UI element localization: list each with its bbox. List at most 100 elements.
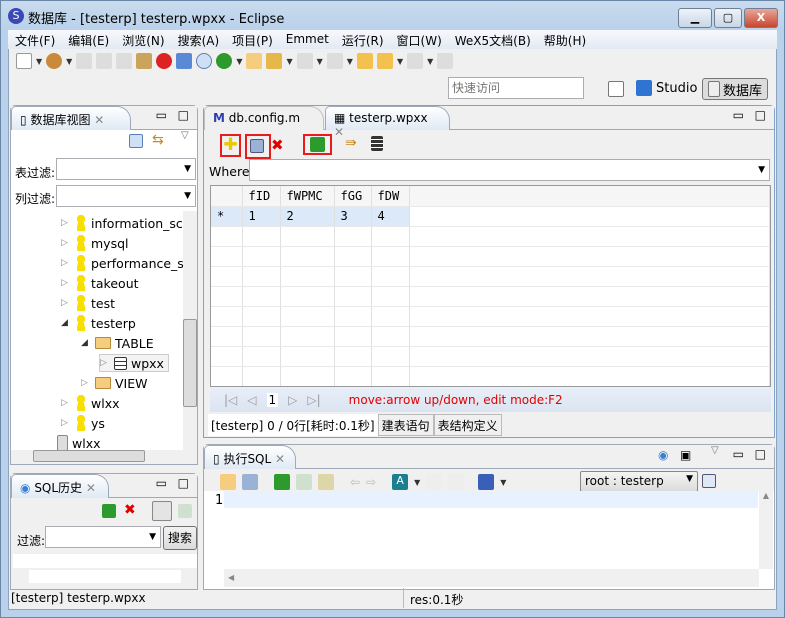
tab-sql-history[interactable]: ◉ SQL历史 ✕ (11, 474, 109, 498)
open-perspective-icon[interactable] (608, 81, 624, 97)
open-file-icon[interactable] (220, 474, 236, 490)
cell-fid[interactable]: 1 (242, 206, 281, 227)
first-page-icon[interactable]: |◁ (224, 393, 237, 407)
menu-navigate[interactable]: 浏览(N) (115, 30, 170, 49)
link-editor-icon[interactable]: ⇆ (152, 132, 164, 148)
run-script-icon[interactable] (296, 474, 312, 490)
menu-file[interactable]: 文件(F) (8, 30, 61, 49)
menu-edit[interactable]: 编辑(E) (61, 30, 115, 49)
sql-horizontal-scrollbar[interactable]: ◀ (224, 569, 759, 587)
beautify-icon[interactable] (478, 474, 495, 490)
column-header-fgg[interactable]: fGG (334, 186, 372, 207)
prev-page-icon[interactable]: ◁ (247, 393, 256, 407)
last-edit-icon[interactable] (356, 53, 373, 69)
back-icon[interactable] (376, 53, 393, 69)
collapse-all-icon[interactable] (129, 134, 143, 148)
view-menu-icon[interactable]: ▽ (181, 130, 189, 141)
uncomment-icon[interactable] (448, 474, 465, 490)
tab-database-view[interactable]: ▯ 数据库视图 ✕ (11, 106, 131, 130)
connection-select[interactable]: root : testerp ▼ (580, 471, 698, 492)
close-tab-icon[interactable]: ✕ (275, 452, 285, 466)
tree-vertical-scrollbar[interactable] (183, 211, 197, 451)
tree-node-testerp[interactable]: ◢ testerp (61, 314, 136, 332)
execute-button[interactable] (303, 134, 332, 155)
delete-history-icon[interactable]: ✖ (124, 502, 136, 518)
search-button[interactable]: 搜索 (163, 526, 197, 550)
list-view-icon[interactable] (152, 501, 172, 521)
tab-testerp-wpxx[interactable]: ▦ testerp.wpxx ✕ (325, 106, 450, 139)
import-icon[interactable]: ⇛ (345, 135, 357, 151)
tree-horizontal-scrollbar[interactable] (11, 450, 197, 464)
quick-access-input[interactable] (448, 77, 584, 99)
close-tab-icon[interactable]: ✕ (86, 481, 96, 495)
tree-node-wlxx-connection[interactable]: wlxx (57, 434, 101, 451)
tree-node-test[interactable]: ▷ test (61, 294, 115, 312)
minimize-button[interactable]: ▁ (678, 8, 712, 28)
tab-db-config[interactable]: M db.config.m (204, 106, 324, 130)
sql-editor[interactable]: 1 ▲ ◀ (204, 491, 774, 589)
where-combo[interactable]: ▼ (249, 159, 770, 181)
tree-node-table[interactable]: ◢ TABLE (81, 334, 154, 352)
maximize-editor-icon[interactable]: □ (755, 108, 766, 122)
tree-node-wlxx[interactable]: ▷ wlxx (61, 394, 120, 412)
menu-project[interactable]: 项目(P) (225, 30, 279, 49)
data-grid[interactable]: fID fWPMC fGG fDW * 1 2 3 4 (210, 185, 771, 387)
maximize-button[interactable]: ▢ (714, 8, 742, 28)
menu-search[interactable]: 搜索(A) (171, 30, 226, 49)
maximize-view-icon[interactable]: □ (755, 447, 766, 461)
page-number[interactable]: 1 (266, 393, 279, 407)
run-sql-icon[interactable] (274, 474, 290, 490)
column-filter-combo[interactable]: ▼ (56, 185, 196, 207)
history-filter-combo[interactable]: ▼ (45, 526, 161, 548)
detail-view-icon[interactable] (178, 504, 192, 518)
pin-editor-icon[interactable] (437, 53, 454, 69)
tab-create-statement[interactable]: 建表语句 (377, 414, 434, 436)
run-icon[interactable] (216, 53, 233, 69)
table-row[interactable]: * 1 2 3 4 (211, 206, 770, 227)
tab-result[interactable]: [testerp] 0 / 0行[耗时:0.1秒] (208, 414, 378, 436)
menu-emmet[interactable]: Emmet (279, 30, 335, 49)
pen-icon[interactable] (266, 53, 283, 69)
tree-node-mysql[interactable]: ▷ mysql (61, 234, 129, 252)
column-header-fdw[interactable]: fDW (371, 186, 410, 207)
history-icon[interactable]: ◉ (658, 448, 668, 462)
new-icon[interactable] (16, 53, 32, 69)
connect-icon[interactable] (702, 474, 716, 488)
tab-table-structure[interactable]: 表结构定义 (433, 414, 502, 436)
format-icon[interactable]: A (392, 474, 409, 490)
close-tab-icon[interactable]: ✕ (94, 113, 104, 127)
close-button[interactable]: X (744, 8, 778, 28)
tree-node-view[interactable]: ▷ VIEW (81, 374, 148, 392)
column-header-fwpmc[interactable]: fWPMC (280, 186, 335, 207)
maximize-view-icon[interactable]: □ (178, 476, 189, 490)
undo-icon[interactable]: ⇦ (350, 475, 360, 489)
forward-icon[interactable] (407, 53, 424, 69)
tomcat-stop-icon[interactable] (156, 53, 173, 69)
minimize-editor-icon[interactable]: ▭ (733, 108, 744, 122)
open-folder-icon[interactable] (246, 53, 263, 69)
tomcat-restart-icon[interactable] (176, 53, 193, 69)
perspective-studio[interactable]: Studio (636, 80, 697, 96)
delete-row-icon[interactable]: ✖ (271, 136, 284, 154)
save-all-icon[interactable] (96, 53, 113, 69)
menu-wex5-docs[interactable]: WeX5文档(B) (448, 30, 537, 49)
next-annotation-icon[interactable] (296, 53, 313, 69)
eraser-icon[interactable] (318, 474, 334, 490)
run-history-icon[interactable] (102, 504, 116, 518)
minimize-view-icon[interactable]: ▭ (156, 108, 167, 122)
tomcat-start-icon[interactable] (136, 53, 153, 69)
view-menu-icon[interactable]: ▽ (711, 445, 719, 456)
history-list[interactable] (13, 554, 197, 568)
tree-node-ys[interactable]: ▷ ys (61, 414, 105, 432)
save-row-button[interactable] (245, 134, 271, 159)
menu-window[interactable]: 窗口(W) (390, 30, 448, 49)
save-icon[interactable] (242, 474, 258, 490)
menu-help[interactable]: 帮助(H) (537, 30, 592, 49)
print-icon[interactable] (116, 53, 133, 69)
minimize-view-icon[interactable]: ▭ (733, 447, 744, 461)
perspective-database[interactable]: 数据库 (702, 78, 768, 100)
comment-icon[interactable] (426, 474, 443, 490)
last-page-icon[interactable]: ▷| (307, 393, 320, 407)
tree-node-information-schema[interactable]: ▷ information_scl (61, 214, 183, 232)
tree-node-performance-schema[interactable]: ▷ performance_s (61, 254, 183, 272)
